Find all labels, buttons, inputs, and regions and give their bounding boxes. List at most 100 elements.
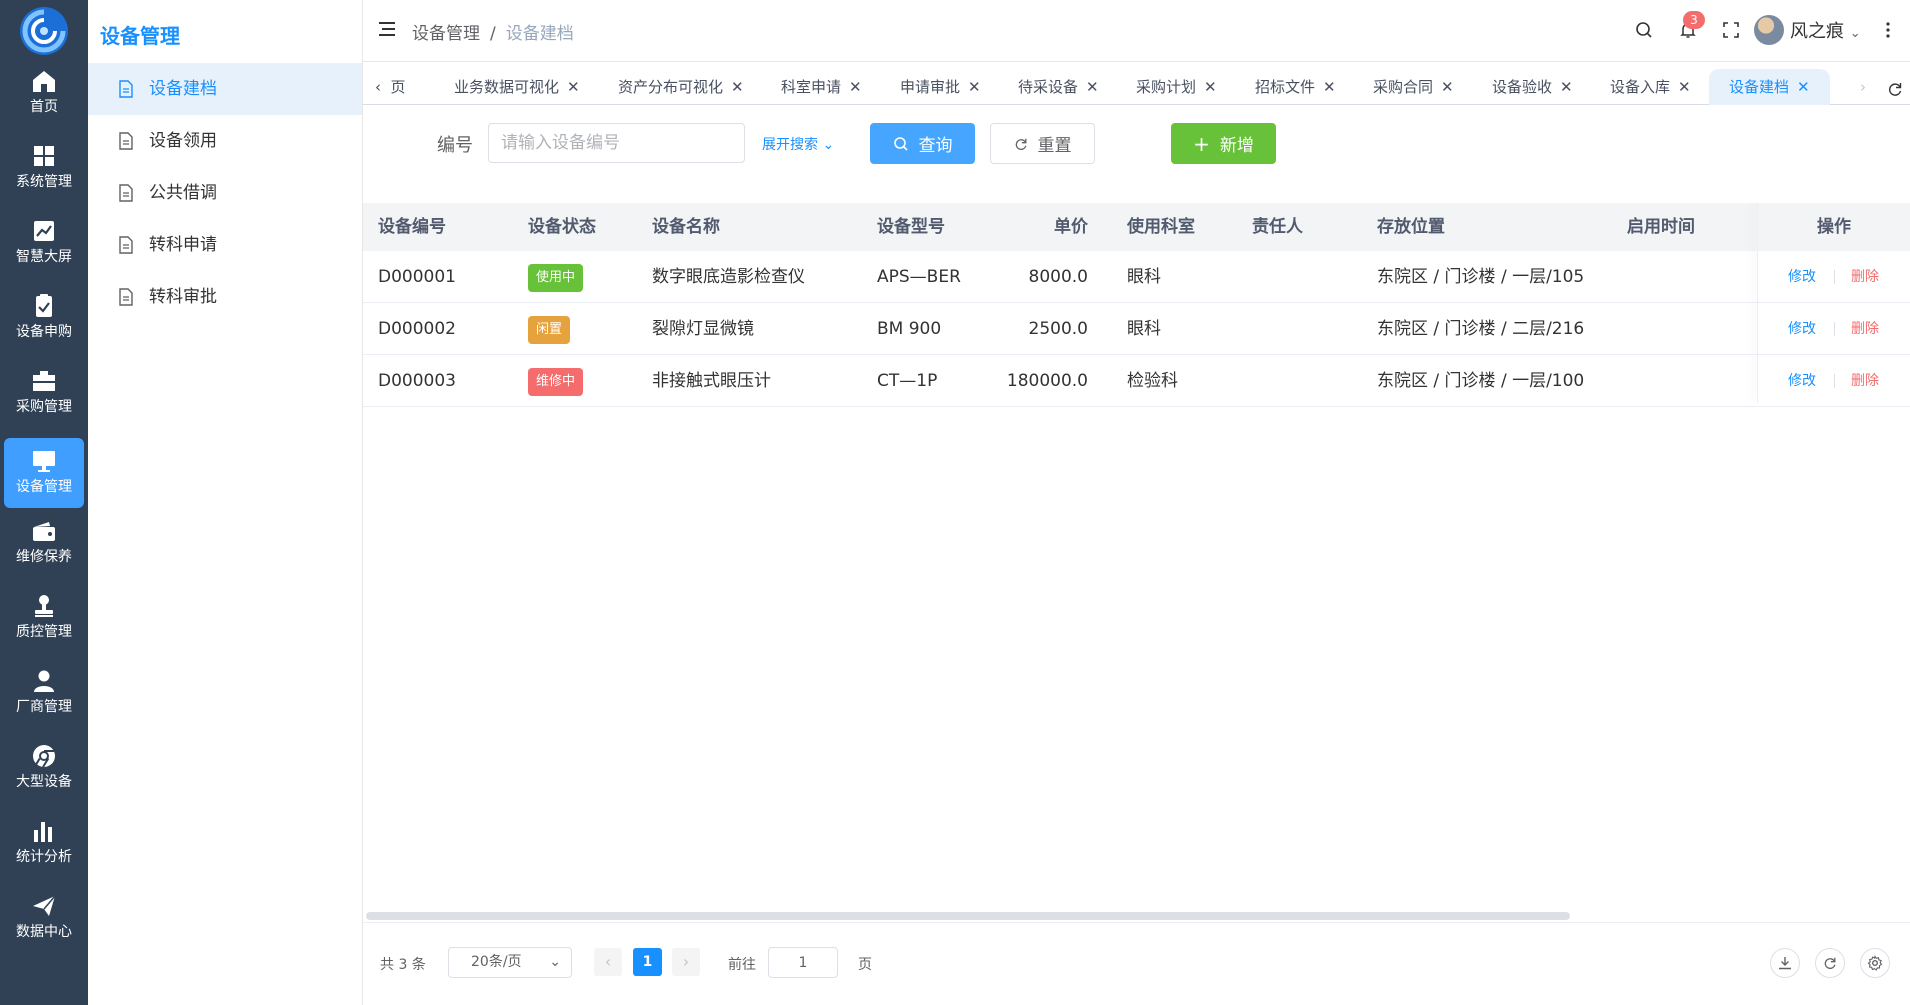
expand-search-link[interactable]: 展开搜索 ⌄ [762,134,834,154]
search-icon[interactable] [1634,20,1654,40]
wallet-icon [33,522,55,541]
close-icon[interactable]: ✕ [1323,69,1336,105]
close-icon[interactable]: ✕ [1560,69,1573,105]
delete-link[interactable]: 删除 [1851,355,1879,407]
monitor-icon [33,451,55,472]
nav-bigscreen[interactable]: 智慧大屏 [4,208,84,278]
cell-dept: 检验科 [1127,371,1178,391]
nav-large-equipment[interactable]: 大型设备 [4,733,84,803]
page-number-current[interactable]: 1 [633,948,662,976]
query-button[interactable]: 查询 [870,123,975,164]
submenu-item-label: 设备领用 [149,131,217,151]
delete-link[interactable]: 删除 [1851,303,1879,355]
close-icon[interactable]: ✕ [731,69,744,105]
breadcrumb-current: 设备建档 [505,24,574,44]
tab-purchase-contract[interactable]: 采购合同 ✕ [1373,69,1454,105]
submenu-item-transfer-apply[interactable]: 转科申请 [88,219,362,271]
column-header: 设备名称 [652,217,720,237]
toolbox-icon [33,371,55,391]
submenu-title: 设备管理 [100,24,180,48]
table-row: D000002 闲置 裂隙灯显微镜 BM 900 2500.0 眼科 东院区 /… [363,303,1910,355]
tab-pending-devices[interactable]: 待采设备 ✕ [1018,69,1099,105]
username[interactable]: 风之痕 ⌄ [1790,17,1861,43]
hamburger-icon[interactable] [379,22,395,36]
document-icon [119,236,133,254]
chevron-right-icon: › [682,952,690,971]
cell-model: APS—BER [877,267,961,287]
avatar[interactable] [1754,15,1784,45]
tab-asset-visual[interactable]: 资产分布可视化 ✕ [618,69,744,105]
fixed-column-shadow [1757,203,1758,403]
username-label: 风之痕 [1790,21,1844,42]
page-size-select[interactable]: 20条/页 ⌄ [448,947,572,978]
nav-maintenance[interactable]: 维修保养 [4,508,84,578]
horizontal-scrollbar[interactable] [366,912,1570,920]
document-icon [119,132,133,150]
cell-name: 数字眼底造影检查仪 [652,267,805,287]
tab-device-archive[interactable]: 设备建档 ✕ [1709,69,1830,105]
refresh-table-button[interactable] [1815,948,1845,978]
more-vertical-icon[interactable] [1878,20,1898,40]
close-icon[interactable]: ✕ [567,69,580,105]
edit-link[interactable]: 修改 [1788,355,1816,407]
submenu-item-device-archive[interactable]: 设备建档 [88,63,362,115]
tab-scroll-right[interactable]: › [1860,69,1866,105]
icon-sidebar: 首页 系统管理 智慧大屏 设备申购 采购管理 设备管理 维修保养 质控管理 厂商… [0,0,88,1005]
add-button[interactable]: + 新增 [1171,123,1276,164]
breadcrumb-item[interactable]: 设备管理 [412,24,480,44]
settings-button[interactable] [1860,948,1890,978]
cell-model: BM 900 [877,319,942,339]
submenu-item-device-receive[interactable]: 设备领用 [88,115,362,167]
cell-location: 东院区 / 门诊楼 / 一层/100 [1377,371,1585,391]
tab-scroll-left[interactable]: ‹ 页 [375,69,406,105]
close-icon[interactable]: ✕ [849,69,862,105]
goto-page-input[interactable] [768,947,838,978]
submenu-item-public-loan[interactable]: 公共借调 [88,167,362,219]
close-icon[interactable]: ✕ [1678,69,1691,105]
tab-business-visual[interactable]: 业务数据可视化 ✕ [454,69,580,105]
tab-acceptance[interactable]: 设备验收 ✕ [1492,69,1573,105]
expand-search-label: 展开搜索 [762,137,818,153]
column-header: 操作 [1817,217,1851,237]
reset-button[interactable]: 重置 [990,123,1095,164]
nav-vendor[interactable]: 厂商管理 [4,658,84,728]
fullscreen-icon[interactable] [1721,20,1741,40]
nav-procurement[interactable]: 采购管理 [4,358,84,428]
close-icon[interactable]: ✕ [1797,69,1810,105]
tab-warehousing[interactable]: 设备入库 ✕ [1610,69,1691,105]
cell-dept: 眼科 [1127,319,1161,339]
submenu-item-transfer-approve[interactable]: 转科审批 [88,271,362,323]
refresh-icon[interactable] [1887,81,1903,97]
edit-link[interactable]: 修改 [1788,251,1816,303]
code-field-label: 编号 [437,135,473,156]
nav-quality[interactable]: 质控管理 [4,583,84,653]
nav-device-management[interactable]: 设备管理 [4,438,84,508]
cell-code: D000001 [378,267,456,287]
edit-link[interactable]: 修改 [1788,303,1816,355]
close-icon[interactable]: ✕ [1441,69,1454,105]
nav-data-center[interactable]: 数据中心 [4,883,84,953]
user-icon [34,670,54,692]
tab-apply-approve[interactable]: 申请审批 ✕ [900,69,981,105]
close-icon[interactable]: ✕ [968,69,981,105]
column-header: 设备型号 [877,217,945,237]
close-icon[interactable]: ✕ [1086,69,1099,105]
cell-model: CT—1P [877,371,938,391]
logo-icon [20,7,68,55]
prev-page-button[interactable]: ‹ [594,948,622,976]
tab-purchase-plan[interactable]: 采购计划 ✕ [1136,69,1217,105]
delete-link[interactable]: 删除 [1851,251,1879,303]
tab-tender-docs[interactable]: 招标文件 ✕ [1255,69,1336,105]
nav-system[interactable]: 系统管理 [4,133,84,203]
close-icon[interactable]: ✕ [1204,69,1217,105]
nav-statistics[interactable]: 统计分析 [4,808,84,878]
cell-code: D000002 [378,319,456,339]
nav-statistics-label: 统计分析 [16,849,72,865]
cell-code: D000003 [378,371,456,391]
device-code-input[interactable] [488,123,745,163]
next-page-button[interactable]: › [672,948,700,976]
nav-home[interactable]: 首页 [4,58,84,128]
download-button[interactable] [1770,948,1800,978]
tab-dept-apply[interactable]: 科室申请 ✕ [781,69,862,105]
nav-purchase-apply[interactable]: 设备申购 [4,283,84,353]
